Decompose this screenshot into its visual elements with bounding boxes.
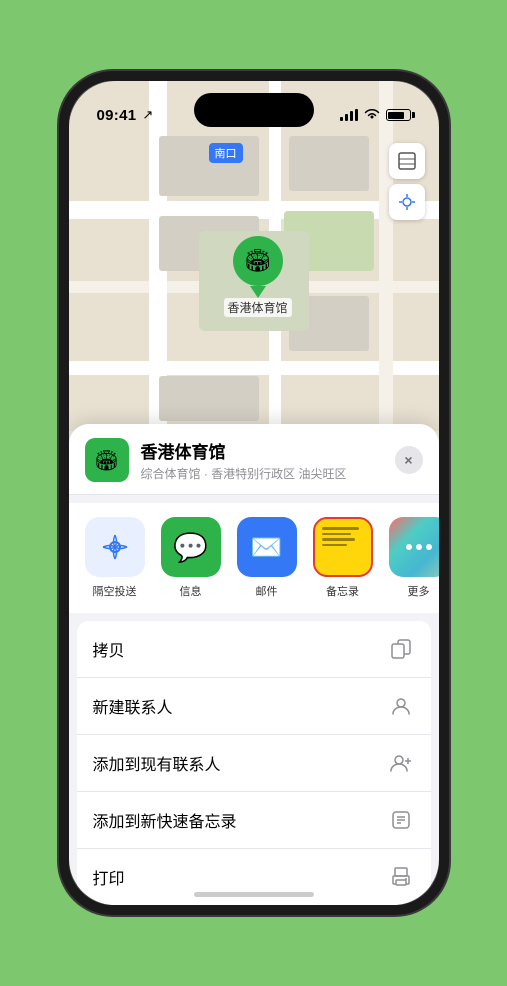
print-icon xyxy=(387,863,415,891)
stadium-icon: 🏟 xyxy=(233,236,283,286)
share-item-message[interactable]: 💬 信息 xyxy=(161,517,221,599)
pin-tail xyxy=(250,286,266,298)
share-item-airdrop[interactable]: 隔空投送 xyxy=(85,517,145,599)
signal-icon xyxy=(340,109,358,121)
more-icon xyxy=(389,517,439,577)
phone-frame: 09:41 ↗ xyxy=(59,71,449,915)
mail-label: 邮件 xyxy=(256,583,278,599)
map-layer-button[interactable] xyxy=(389,143,425,179)
share-item-mail[interactable]: ✉️ 邮件 xyxy=(237,517,297,599)
airdrop-icon xyxy=(85,517,145,577)
venue-title: 香港体育馆 xyxy=(141,438,383,463)
message-icon: 💬 xyxy=(161,517,221,577)
notes-label: 备忘录 xyxy=(326,583,359,599)
add-notes-label: 添加到新快速备忘录 xyxy=(93,808,237,832)
copy-label: 拷贝 xyxy=(93,637,125,661)
location-button[interactable] xyxy=(389,184,425,220)
more-label: 更多 xyxy=(408,583,430,599)
action-copy[interactable]: 拷贝 xyxy=(77,621,431,678)
share-row: 隔空投送 💬 信息 ✉️ 邮件 xyxy=(69,503,439,613)
sheet-header: 🏟 香港体育馆 综合体育馆 · 香港特别行政区 油尖旺区 × xyxy=(69,424,439,495)
stadium-name-label: 香港体育馆 xyxy=(224,298,292,317)
share-item-more[interactable]: 更多 xyxy=(389,517,439,599)
venue-subtitle: 综合体育馆 · 香港特别行政区 油尖旺区 xyxy=(141,465,383,482)
sheet-title-area: 香港体育馆 综合体育馆 · 香港特别行政区 油尖旺区 xyxy=(141,438,383,482)
add-existing-icon xyxy=(387,749,415,777)
bottom-sheet: 🏟 香港体育馆 综合体育馆 · 香港特别行政区 油尖旺区 × xyxy=(69,424,439,905)
stadium-marker[interactable]: 🏟 香港体育馆 xyxy=(224,236,292,317)
new-contact-label: 新建联系人 xyxy=(93,694,173,718)
phone-screen: 09:41 ↗ xyxy=(69,81,439,905)
new-contact-icon xyxy=(387,692,415,720)
message-label: 信息 xyxy=(180,583,202,599)
home-indicator xyxy=(194,892,314,897)
dynamic-island xyxy=(194,93,314,127)
mail-icon: ✉️ xyxy=(237,517,297,577)
stadium-pin: 🏟 xyxy=(233,236,283,296)
close-button[interactable]: × xyxy=(395,446,423,474)
status-icons xyxy=(340,108,411,123)
location-icon: ↗ xyxy=(142,107,153,123)
map-label: 南口 xyxy=(209,143,243,163)
add-existing-label: 添加到现有联系人 xyxy=(93,751,221,775)
map-controls xyxy=(389,143,425,220)
share-item-notes[interactable]: 备忘录 xyxy=(313,517,373,599)
action-add-existing[interactable]: 添加到现有联系人 xyxy=(77,735,431,792)
venue-icon: 🏟 xyxy=(85,438,129,482)
action-new-contact[interactable]: 新建联系人 xyxy=(77,678,431,735)
add-notes-icon xyxy=(387,806,415,834)
wifi-icon xyxy=(364,108,380,123)
battery-icon xyxy=(386,109,411,121)
action-list: 拷贝 新建联系人 xyxy=(77,621,431,905)
copy-icon xyxy=(387,635,415,663)
print-label: 打印 xyxy=(93,865,125,889)
notes-icon xyxy=(313,517,373,577)
airdrop-label: 隔空投送 xyxy=(93,583,137,599)
action-add-notes[interactable]: 添加到新快速备忘录 xyxy=(77,792,431,849)
status-time: 09:41 xyxy=(97,107,137,124)
